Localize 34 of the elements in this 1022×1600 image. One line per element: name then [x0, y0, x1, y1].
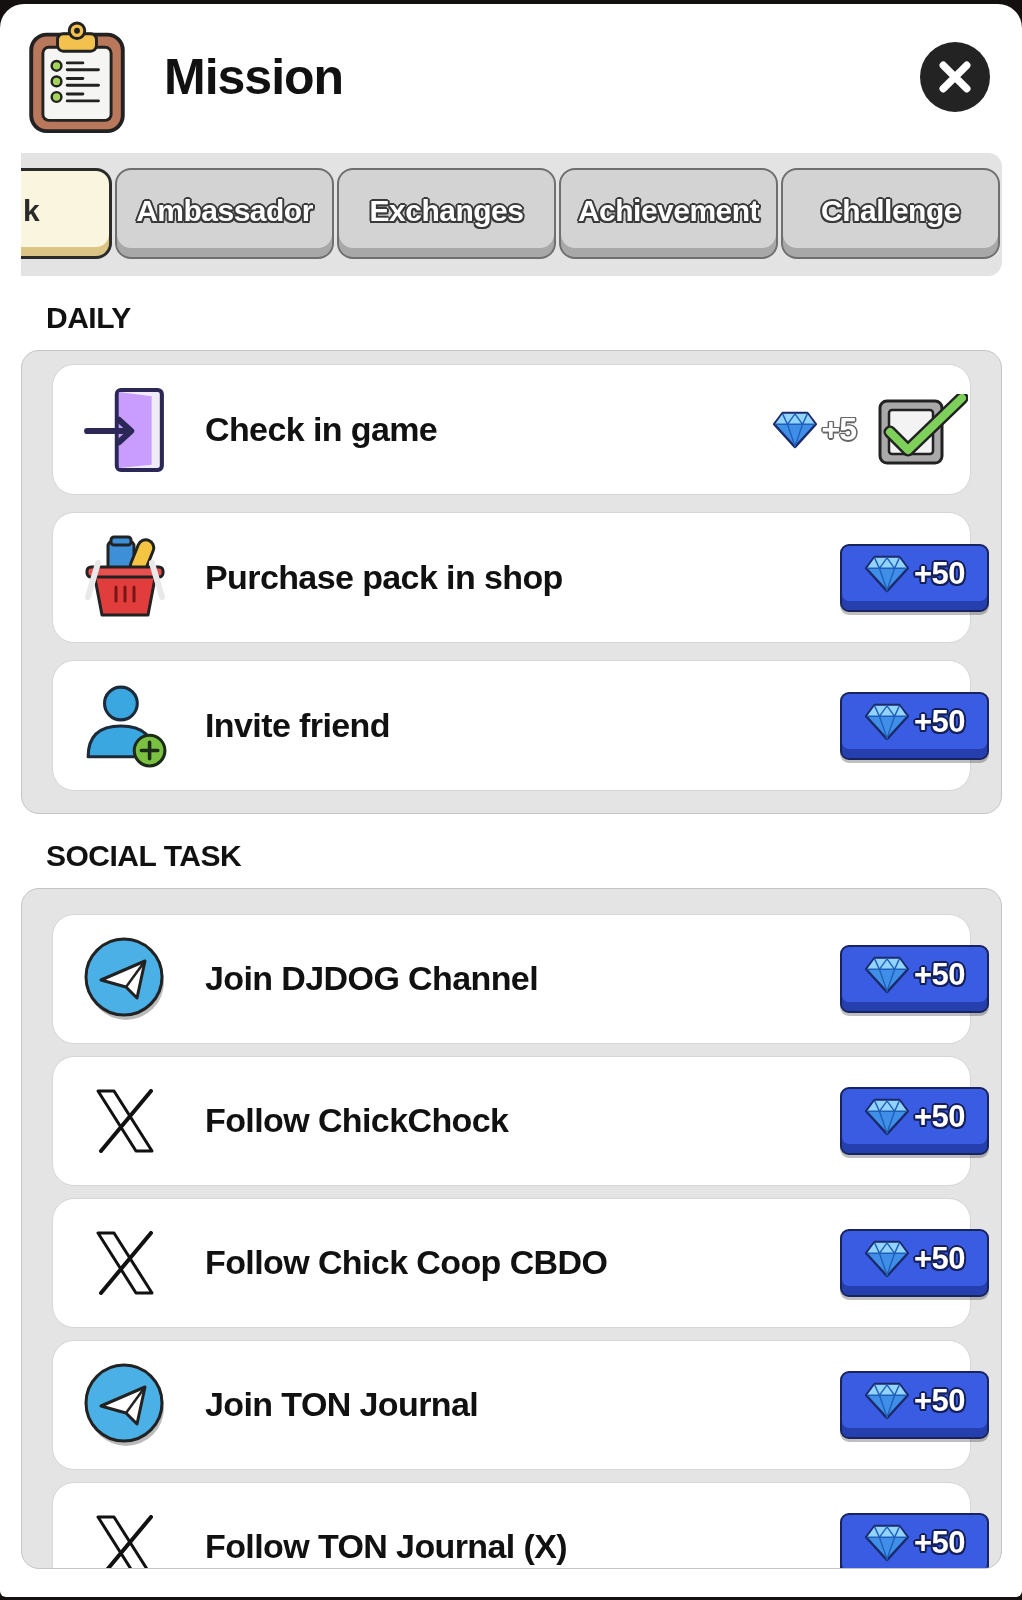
x-logo-icon [95, 1231, 155, 1295]
reward-amount: +5 [821, 411, 856, 448]
task-label: Join DJDOG Channel [205, 960, 540, 998]
reward-button[interactable]: +50 [840, 1513, 989, 1568]
gem-icon [771, 410, 818, 449]
section-heading: SOCIAL TASK [46, 838, 242, 874]
tab[interactable]: k [21, 168, 112, 259]
checkbox[interactable] [876, 393, 968, 466]
reward-button[interactable]: +50 [840, 945, 989, 1013]
gem-icon [863, 702, 910, 741]
task-label: Purchase pack in shop [205, 558, 564, 597]
gem-icon [863, 554, 910, 593]
gem-icon [863, 1098, 910, 1136]
x-logo-icon [95, 1515, 155, 1568]
task-label: Follow TON Journal (X) [205, 1528, 569, 1566]
task-label: Follow Chick Coop CBDO [205, 1244, 609, 1282]
gem-icon [863, 1524, 910, 1562]
reward-button[interactable]: +50 [840, 1087, 989, 1155]
task-label: Check in game [205, 410, 439, 449]
x-logo-icon [95, 1089, 155, 1153]
modal-title: Mission [164, 49, 345, 105]
reward-button[interactable]: +50 [840, 691, 989, 760]
gem-icon [863, 1382, 910, 1420]
reward-button[interactable]: +50 [840, 1371, 989, 1439]
close-icon [939, 61, 971, 93]
task-label: Invite friend [205, 706, 391, 745]
gem-icon [863, 956, 910, 994]
gem-icon [863, 1240, 910, 1278]
task-label: Join TON Journal [205, 1386, 480, 1424]
task-label: Follow ChickChock [205, 1102, 510, 1140]
clipboard-icon [28, 20, 126, 134]
section-heading: DAILY [46, 300, 131, 336]
reward-button[interactable]: +50 [840, 1229, 989, 1297]
reward-button[interactable]: +50 [840, 543, 989, 612]
